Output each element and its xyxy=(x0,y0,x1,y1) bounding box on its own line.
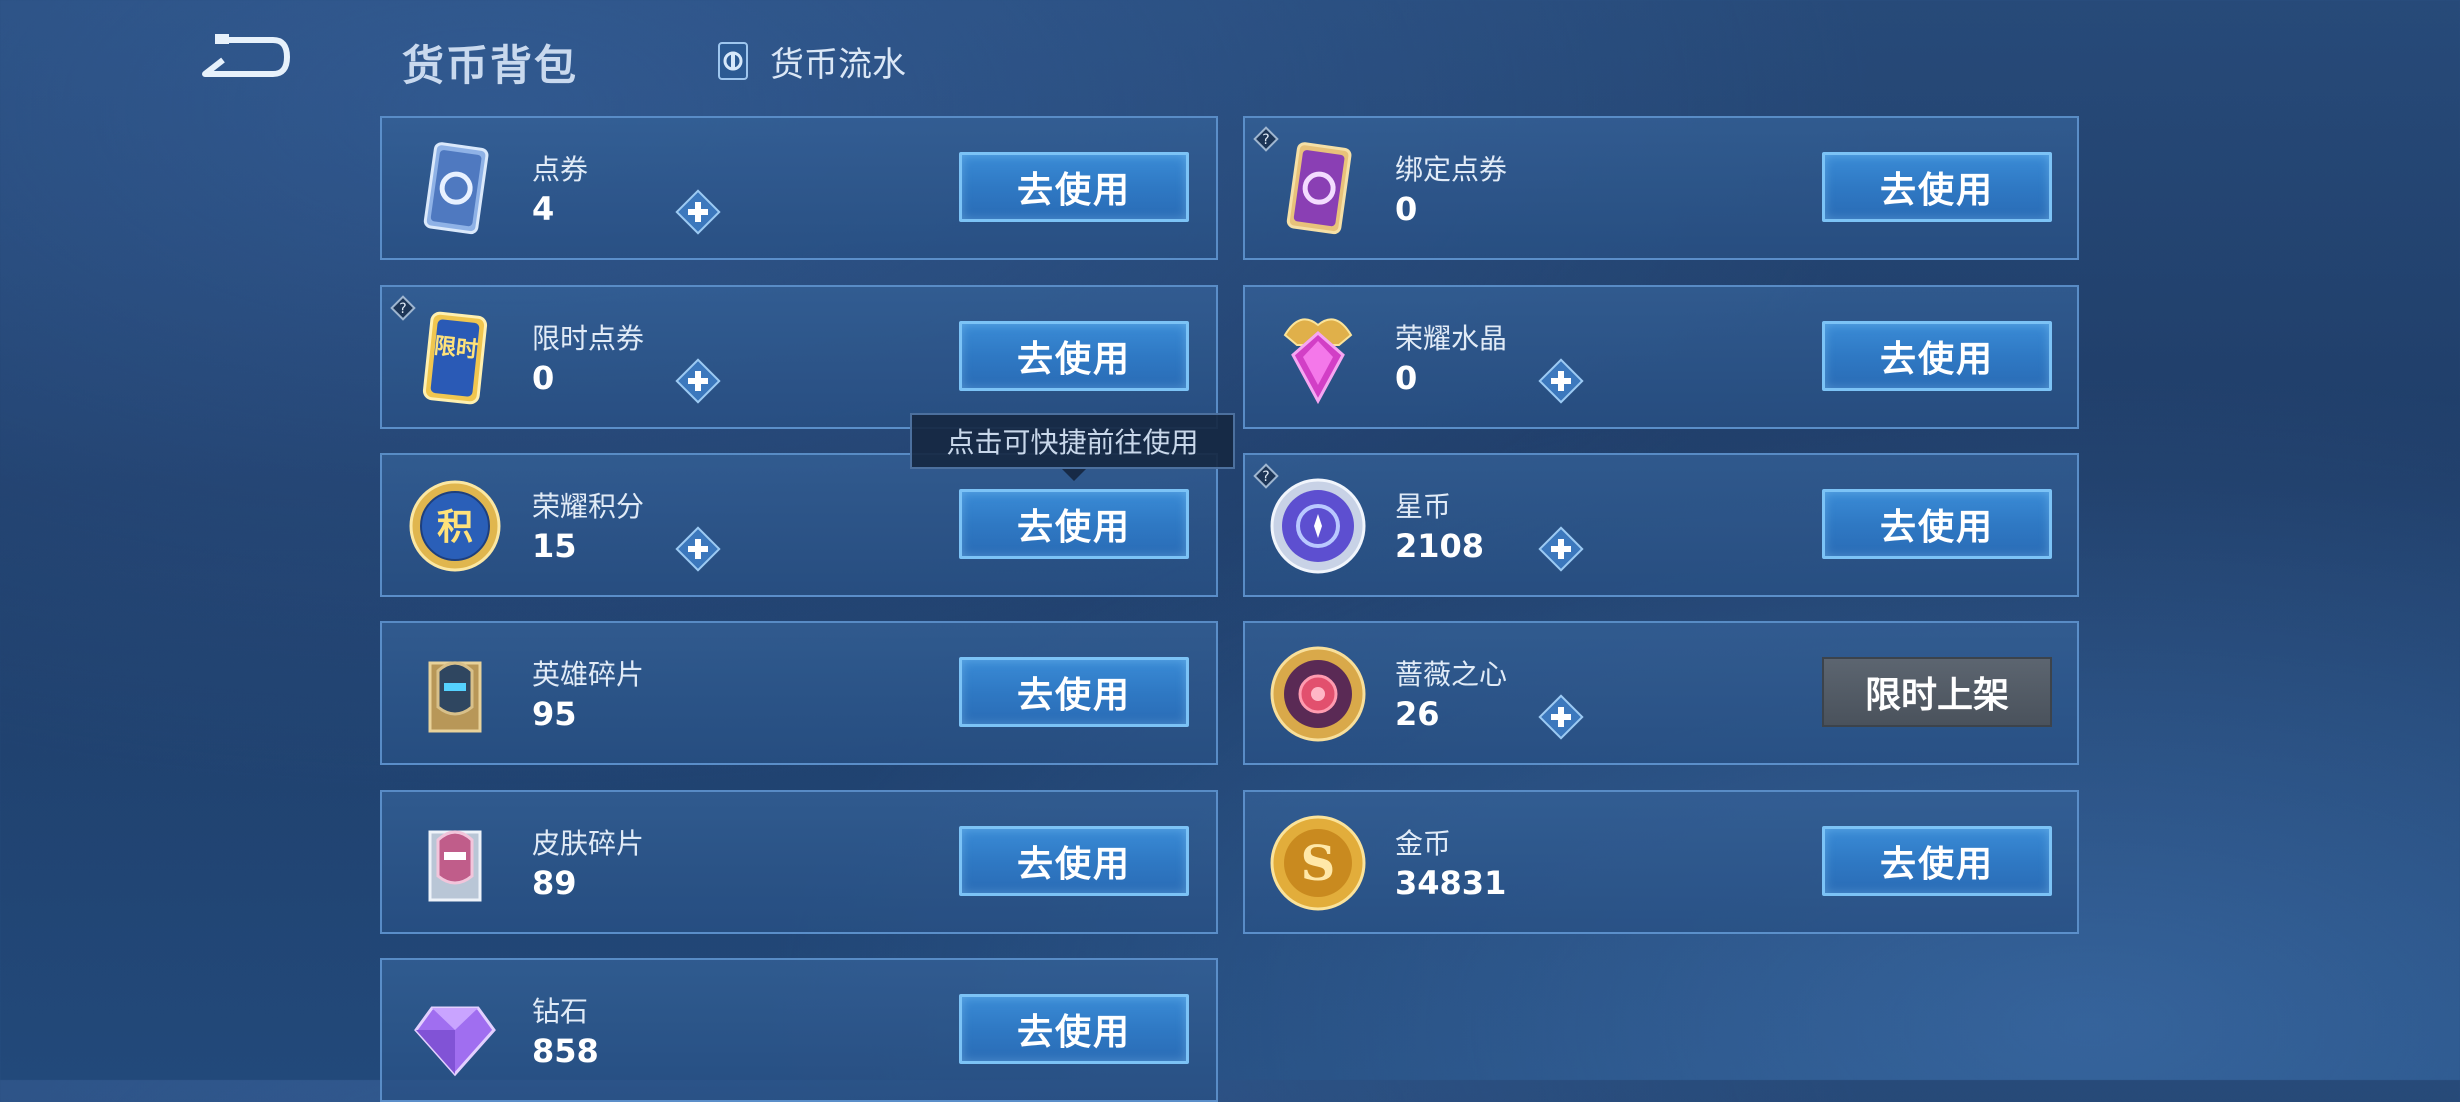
use-button[interactable]: 去使用 xyxy=(959,489,1189,559)
add-plus-icon[interactable] xyxy=(672,355,724,407)
currency-name: 蔷薇之心 xyxy=(1395,658,1508,691)
currency-value: 26 xyxy=(1395,695,1440,733)
limited-ticket-icon: 限时 xyxy=(422,311,488,405)
currency-value: 2108 xyxy=(1395,527,1485,565)
glory-crystal-icon xyxy=(1283,318,1353,405)
currency-card-ticket: 点券 4 去使用 xyxy=(380,116,1218,260)
currency-value: 0 xyxy=(1395,190,1418,228)
currency-value: 858 xyxy=(532,1032,599,1070)
quick-use-tooltip: 点击可快捷前往使用 xyxy=(910,413,1235,481)
svg-text:积: 积 xyxy=(437,507,473,548)
currency-card-star-coin: ? 星币 2108 去使用 xyxy=(1243,453,2079,597)
currency-card-hero-fragment: 英雄碎片 95 去使用 xyxy=(380,621,1218,765)
currency-name: 点券 xyxy=(532,153,589,186)
currency-card-rose-heart: 蔷薇之心 26 限时上架 xyxy=(1243,621,2079,765)
add-plus-icon[interactable] xyxy=(1535,355,1587,407)
skin-fragment-icon xyxy=(428,830,482,902)
currency-name: 荣耀水晶 xyxy=(1395,322,1508,355)
hero-fragment-icon xyxy=(428,661,482,733)
star-coin-icon xyxy=(1270,478,1366,574)
currency-value: 4 xyxy=(532,190,555,228)
ticket-icon xyxy=(423,142,489,235)
currency-card-diamond: 钻石 858 去使用 xyxy=(380,958,1218,1102)
glory-points-icon: 积 xyxy=(409,480,501,572)
use-button[interactable]: 去使用 xyxy=(959,657,1189,727)
use-button[interactable]: 去使用 xyxy=(1822,826,2052,896)
currency-name: 绑定点券 xyxy=(1395,153,1508,186)
use-button[interactable]: 去使用 xyxy=(959,321,1189,391)
currency-value: 89 xyxy=(532,864,577,902)
diamond-icon xyxy=(414,1006,496,1077)
use-button[interactable]: 去使用 xyxy=(1822,152,2052,222)
currency-name: 荣耀积分 xyxy=(532,490,645,523)
currency-name: 星币 xyxy=(1395,490,1452,523)
use-button[interactable]: 去使用 xyxy=(1822,321,2052,391)
tooltip-arrow xyxy=(1062,469,1086,481)
currency-value: 15 xyxy=(532,527,577,565)
currency-name: 钻石 xyxy=(532,995,589,1028)
add-plus-icon[interactable] xyxy=(672,523,724,575)
currency-name: 金币 xyxy=(1395,827,1452,860)
currency-value: 34831 xyxy=(1395,864,1507,902)
currency-value: 95 xyxy=(532,695,577,733)
limited-sale-button[interactable]: 限时上架 xyxy=(1822,657,2052,727)
currency-card-glory-crystal: 荣耀水晶 0 去使用 xyxy=(1243,285,2079,429)
currency-value: 0 xyxy=(532,359,555,397)
currency-card-limited-ticket: ? 限时 限时点券 0 去使用 xyxy=(380,285,1218,429)
back-button[interactable] xyxy=(195,30,295,85)
tooltip-text: 点击可快捷前往使用 xyxy=(946,426,1199,459)
currency-name: 英雄碎片 xyxy=(532,658,645,691)
add-plus-icon[interactable] xyxy=(672,186,724,238)
rose-heart-icon xyxy=(1270,646,1366,742)
svg-text:S: S xyxy=(1301,836,1336,892)
currency-card-glory-points: 积 荣耀积分 15 去使用 xyxy=(380,453,1218,597)
use-button[interactable]: 去使用 xyxy=(959,152,1189,222)
use-button[interactable]: 去使用 xyxy=(959,994,1189,1064)
currency-flow-icon xyxy=(718,42,748,80)
bound-ticket-icon xyxy=(1286,142,1352,235)
currency-card-gold-coin: S 金币 34831 去使用 xyxy=(1243,790,2079,934)
use-button[interactable]: 去使用 xyxy=(959,826,1189,896)
currency-card-skin-fragment: 皮肤碎片 89 去使用 xyxy=(380,790,1218,934)
currency-flow-label: 货币流水 xyxy=(770,44,906,85)
currency-name: 限时点券 xyxy=(532,322,645,355)
page-title: 货币背包 xyxy=(402,41,579,90)
svg-text:限时: 限时 xyxy=(433,334,479,363)
currency-flow-tab[interactable]: 货币流水 xyxy=(712,36,906,86)
currency-value: 0 xyxy=(1395,359,1418,397)
currency-card-bound-ticket: ? 绑定点券 0 去使用 xyxy=(1243,116,2079,260)
use-button[interactable]: 去使用 xyxy=(1822,489,2052,559)
add-plus-icon[interactable] xyxy=(1535,523,1587,575)
add-plus-icon[interactable] xyxy=(1535,691,1587,743)
gold-coin-icon: S xyxy=(1270,815,1366,911)
currency-name: 皮肤碎片 xyxy=(532,827,645,860)
